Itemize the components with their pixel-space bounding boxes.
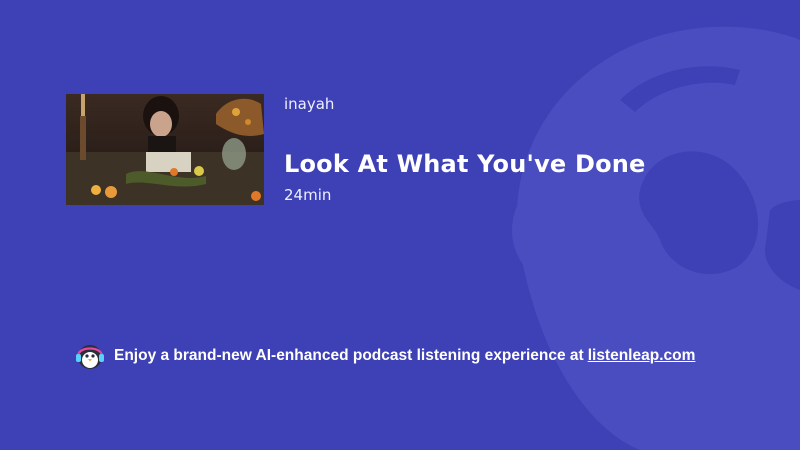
episode-cover-image[interactable] — [66, 94, 264, 205]
penguin-headphones-icon — [76, 345, 104, 369]
cover-artwork — [66, 94, 264, 205]
promo-text: Enjoy a brand-new AI-enhanced podcast li… — [114, 347, 584, 364]
promo-banner: Enjoy a brand-new AI-enhanced podcast li… — [74, 340, 695, 372]
episode-author: inayah — [284, 95, 335, 113]
listenleap-link[interactable]: listenleap.com — [588, 347, 696, 365]
background-mascot-icon — [512, 26, 800, 450]
episode-title: Look At What You've Done — [284, 150, 646, 178]
episode-duration: 24min — [284, 186, 332, 204]
